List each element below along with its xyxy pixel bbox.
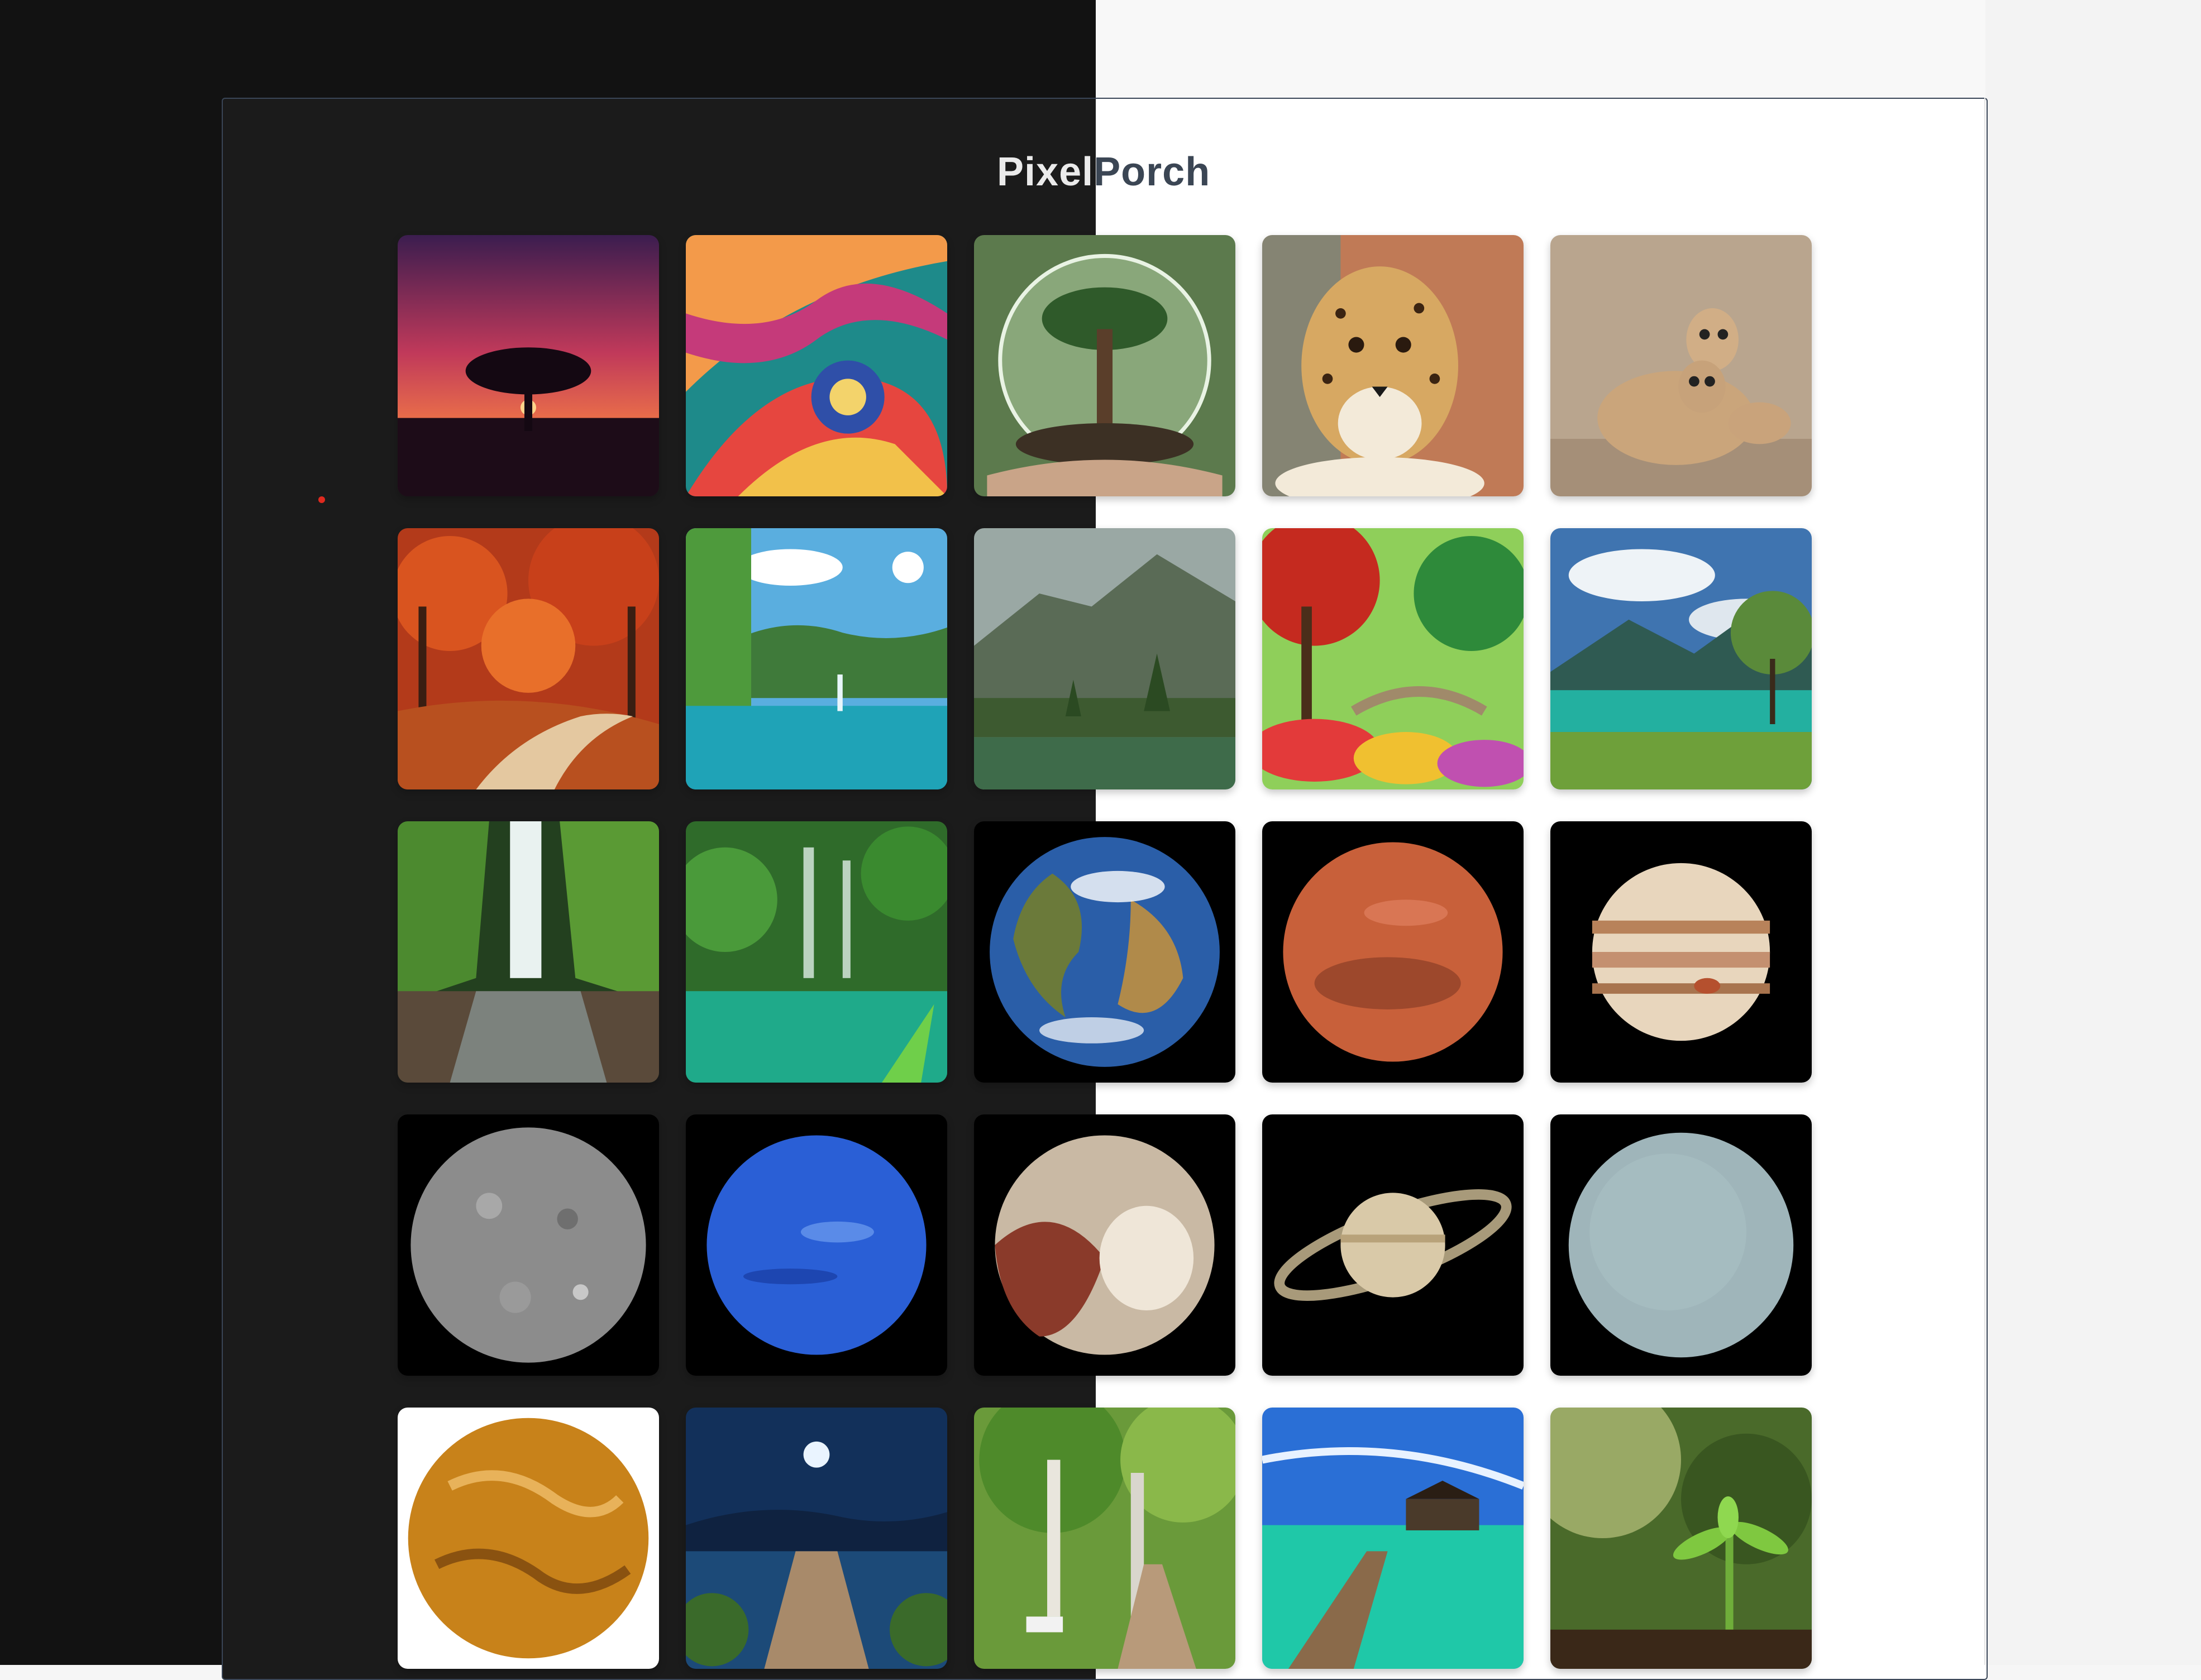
gallery-tile[interactable] bbox=[1262, 235, 1524, 496]
gallery-tile[interactable] bbox=[686, 821, 947, 1083]
park-path-icon bbox=[974, 1408, 1235, 1669]
gallery-tile[interactable] bbox=[686, 235, 947, 496]
gallery-tile[interactable] bbox=[686, 1408, 947, 1669]
gallery-tile[interactable] bbox=[1262, 1114, 1524, 1376]
venus-icon bbox=[398, 1408, 659, 1669]
seedling-icon bbox=[1550, 1408, 1812, 1669]
gallery-tile[interactable] bbox=[398, 235, 659, 496]
page-background-right bbox=[1985, 0, 2201, 1665]
gallery-tile[interactable] bbox=[686, 528, 947, 789]
alpine-lake-icon bbox=[1550, 528, 1812, 789]
jungle-waterfall-icon bbox=[686, 821, 947, 1083]
panel-border bbox=[1984, 98, 1985, 1665]
saturn-icon bbox=[1262, 1114, 1524, 1376]
neptune-icon bbox=[686, 1114, 947, 1376]
gallery-tile[interactable] bbox=[974, 821, 1235, 1083]
gallery-tile[interactable] bbox=[974, 235, 1235, 496]
gallery-tile[interactable] bbox=[398, 821, 659, 1083]
image-grid bbox=[398, 235, 1812, 1669]
lake-pier-night-icon bbox=[686, 1408, 947, 1669]
abstract-swirl-icon bbox=[686, 235, 947, 496]
gallery-tile[interactable] bbox=[974, 1408, 1235, 1669]
tropical-pier-icon bbox=[1262, 1408, 1524, 1669]
gallery-tile[interactable] bbox=[974, 528, 1235, 789]
gallery-tile[interactable] bbox=[398, 1408, 659, 1669]
fantasy-garden-icon bbox=[1262, 528, 1524, 789]
gallery-tile[interactable] bbox=[1262, 1408, 1524, 1669]
mars-icon bbox=[1262, 821, 1524, 1083]
earth-icon bbox=[974, 821, 1235, 1083]
title-part-pixel: Pixel bbox=[997, 150, 1094, 194]
gallery-tile[interactable] bbox=[686, 1114, 947, 1376]
waterfall-canyon-icon bbox=[398, 821, 659, 1083]
gallery-tile[interactable] bbox=[398, 1114, 659, 1376]
gallery-tile[interactable] bbox=[1550, 1114, 1812, 1376]
jupiter-icon bbox=[1550, 821, 1812, 1083]
title-part-porch: Porch bbox=[1094, 150, 1211, 194]
mountain-lake-icon bbox=[686, 528, 947, 789]
gallery-tile[interactable] bbox=[1550, 235, 1812, 496]
pluto-icon bbox=[974, 1114, 1235, 1376]
gallery-tile[interactable] bbox=[398, 528, 659, 789]
gallery-tile[interactable] bbox=[1550, 528, 1812, 789]
meerkats-icon bbox=[1550, 235, 1812, 496]
gallery-tile[interactable] bbox=[974, 1114, 1235, 1376]
misty-valley-icon bbox=[974, 528, 1235, 789]
mercury-icon bbox=[398, 1114, 659, 1376]
gallery-tile[interactable] bbox=[1550, 1408, 1812, 1669]
gallery-tile[interactable] bbox=[1262, 821, 1524, 1083]
sunset-tree-icon bbox=[398, 235, 659, 496]
cheetah-icon bbox=[1262, 235, 1524, 496]
glass-globe-tree-icon bbox=[974, 235, 1235, 496]
autumn-forest-icon bbox=[398, 528, 659, 789]
gallery-tile[interactable] bbox=[1262, 528, 1524, 789]
uranus-icon bbox=[1550, 1114, 1812, 1376]
cursor-dot bbox=[318, 496, 325, 503]
page-title: PixelPorch bbox=[997, 144, 1210, 200]
gallery-tile[interactable] bbox=[1550, 821, 1812, 1083]
